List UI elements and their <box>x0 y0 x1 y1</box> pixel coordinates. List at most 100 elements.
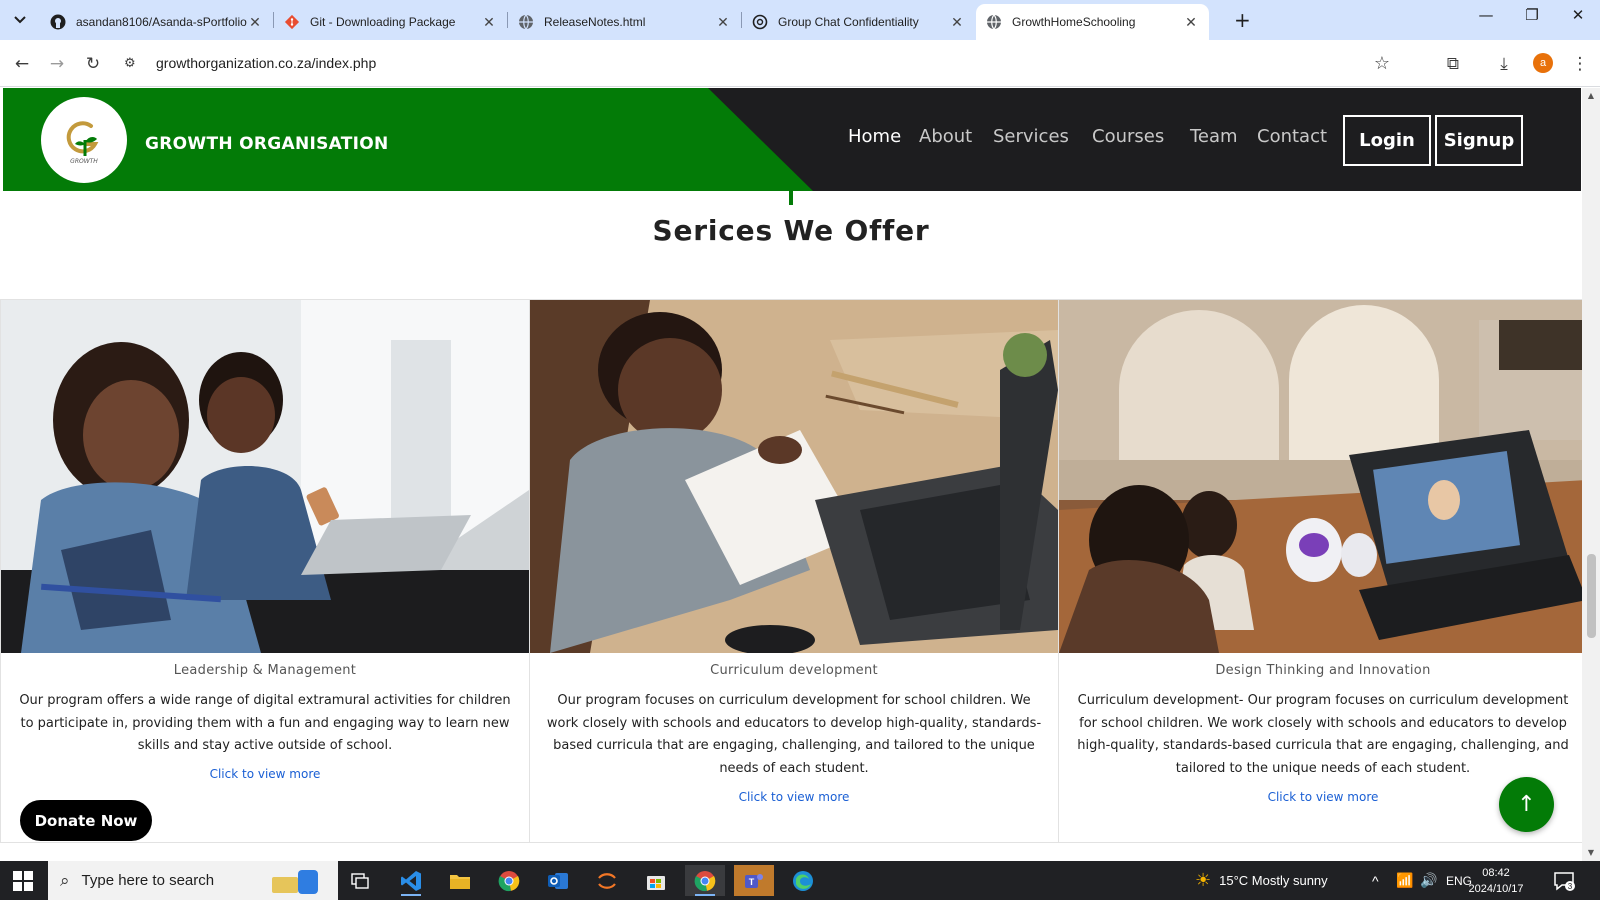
service-card-description: Curriculum development- Our program focu… <box>1077 693 1569 776</box>
header-accent-tick <box>789 191 793 205</box>
weather-text: 15°C Mostly sunny <box>1219 873 1328 888</box>
git-icon <box>284 14 300 30</box>
page-viewport: GROWTH GROWTH ORGANISATION Home About Se… <box>0 88 1600 861</box>
address-bar[interactable]: ⚙ growthorganization.co.za/index.php ☆ <box>118 45 1428 81</box>
outlook-icon[interactable] <box>538 865 578 896</box>
taskbar-search-box[interactable]: ⌕ Type here to search <box>48 861 338 900</box>
minimize-icon[interactable]: — <box>1466 6 1506 24</box>
service-card-title: Design Thinking and Innovation <box>1215 663 1431 678</box>
login-button[interactable]: Login <box>1343 115 1431 166</box>
nav-home[interactable]: Home <box>848 126 901 147</box>
window-close-icon[interactable]: ✕ <box>1558 6 1598 24</box>
nav-courses[interactable]: Courses <box>1092 126 1164 147</box>
notification-count: 3 <box>1568 882 1573 891</box>
service-card-title: Leadership & Management <box>173 663 357 678</box>
page-scrollbar[interactable]: ▲ ▼ <box>1582 88 1600 861</box>
donate-now-button[interactable]: Donate Now <box>20 800 152 841</box>
taskbar-clock[interactable]: 08:42 2024/10/17 <box>1465 865 1527 897</box>
signup-button[interactable]: Signup <box>1435 115 1523 166</box>
wifi-icon[interactable]: 📶 <box>1396 861 1413 900</box>
chrome-active-icon[interactable] <box>685 865 725 896</box>
browser-tab-title: ReleaseNotes.html <box>544 15 646 29</box>
tab-search-button[interactable] <box>8 9 32 31</box>
service-image-boy-writing <box>530 300 1058 653</box>
scroll-up-arrow-icon[interactable]: ▲ <box>1582 88 1600 104</box>
vscode-icon[interactable] <box>391 865 431 896</box>
volume-icon[interactable]: 🔊 <box>1420 861 1437 900</box>
site-info-icon[interactable]: ⚙ <box>124 56 146 71</box>
service-image-parent-child-laptop <box>1 300 529 653</box>
service-card-title: Curriculum development <box>710 663 878 678</box>
teams-icon[interactable]: T <box>734 865 774 896</box>
jupyter-icon[interactable] <box>587 865 627 896</box>
site-header: GROWTH GROWTH ORGANISATION Home About Se… <box>3 88 1581 191</box>
chatgpt-icon <box>752 14 768 30</box>
extensions-icon[interactable]: ⧉ <box>1439 50 1467 78</box>
brand-name[interactable]: GROWTH ORGANISATION <box>145 134 389 154</box>
download-icon[interactable]: ⤓ <box>1490 50 1518 78</box>
service-image-kids-video-call <box>1059 300 1587 653</box>
notification-center-icon[interactable]: 3 <box>1553 870 1575 892</box>
github-icon <box>50 14 66 30</box>
browser-tab-strip: asandan8106/Asanda-sPortfolio ✕ Git - Do… <box>0 0 1600 40</box>
file-explorer-icon[interactable] <box>440 865 480 896</box>
edge-icon[interactable] <box>783 865 823 896</box>
service-card: Design Thinking and Innovation Curriculu… <box>1058 299 1588 843</box>
close-icon[interactable]: ✕ <box>247 14 263 31</box>
browser-tab[interactable]: Git - Downloading Package ✕ <box>274 4 507 40</box>
tray-overflow-chevron-icon[interactable]: ^ <box>1372 861 1379 900</box>
view-more-link[interactable]: Click to view more <box>530 790 1058 804</box>
browser-toolbar: ← → ↻ ⚙ growthorganization.co.za/index.p… <box>0 40 1600 87</box>
nav-about[interactable]: About <box>919 126 972 147</box>
service-card-description: Our program offers a wide range of digit… <box>19 693 511 753</box>
logo-caption: GROWTH <box>70 157 98 165</box>
scrollbar-thumb[interactable] <box>1587 554 1596 638</box>
restore-icon[interactable]: ❐ <box>1512 6 1552 24</box>
windows-start-icon[interactable] <box>12 870 34 892</box>
scroll-down-arrow-icon[interactable]: ▼ <box>1582 845 1600 861</box>
close-icon[interactable]: ✕ <box>715 14 731 31</box>
chevron-down-icon <box>14 16 26 24</box>
growth-logo-icon <box>66 120 99 156</box>
service-card-description: Our program focuses on curriculum develo… <box>546 693 1042 776</box>
browser-tab-title: Git - Downloading Package <box>310 15 456 29</box>
close-icon[interactable]: ✕ <box>1183 14 1199 31</box>
bookmark-star-icon[interactable]: ☆ <box>1374 53 1390 74</box>
browser-tab[interactable]: asandan8106/Asanda-sPortfolio ✕ <box>40 4 273 40</box>
close-icon[interactable]: ✕ <box>949 14 965 31</box>
weather-widget[interactable]: ☀ 15°C Mostly sunny <box>1195 861 1328 900</box>
clock-date: 2024/10/17 <box>1468 883 1524 895</box>
section-title: Serices We Offer <box>652 214 930 247</box>
site-logo[interactable]: GROWTH <box>41 97 127 183</box>
back-arrow-icon[interactable]: ← <box>8 50 36 78</box>
new-tab-plus-icon[interactable]: + <box>1234 8 1251 32</box>
browser-tab[interactable]: Group Chat Confidentiality ✕ <box>742 4 975 40</box>
svg-text:T: T <box>749 877 755 887</box>
search-icon: ⌕ <box>60 870 70 890</box>
microsoft-store-icon[interactable] <box>636 865 676 896</box>
reload-icon[interactable]: ↻ <box>79 50 107 78</box>
taskbar-search-placeholder: Type here to search <box>81 872 215 889</box>
browser-tab-active[interactable]: GrowthHomeSchooling ✕ <box>976 4 1209 40</box>
close-icon[interactable]: ✕ <box>481 14 497 31</box>
clock-time: 08:42 <box>1482 867 1510 879</box>
scroll-to-top-arrow-icon[interactable]: ↑ <box>1499 777 1554 832</box>
view-more-link[interactable]: Click to view more <box>1 767 529 781</box>
forward-arrow-icon[interactable]: → <box>43 50 71 78</box>
service-card: Curriculum development Our program focus… <box>529 299 1059 843</box>
windows-taskbar: ⌕ Type here to search T ☀ 15°C Mostly su… <box>0 861 1600 900</box>
browser-tab[interactable]: ReleaseNotes.html ✕ <box>508 4 741 40</box>
nav-contact[interactable]: Contact <box>1257 126 1327 147</box>
search-highlight-icon <box>272 870 318 894</box>
chrome-icon[interactable] <box>489 865 529 896</box>
browser-tab-title: asandan8106/Asanda-sPortfolio <box>76 15 247 29</box>
nav-team[interactable]: Team <box>1190 126 1238 147</box>
profile-avatar[interactable]: a <box>1533 53 1553 73</box>
browser-tab-title: GrowthHomeSchooling <box>1012 15 1136 29</box>
task-view-icon[interactable] <box>340 865 380 896</box>
browser-menu-icon[interactable]: ⋮ <box>1566 50 1594 78</box>
sun-cloud-icon: ☀ <box>1195 870 1212 890</box>
nav-services[interactable]: Services <box>993 126 1069 147</box>
url-text[interactable]: growthorganization.co.za/index.php <box>156 55 376 71</box>
globe-icon <box>518 14 534 30</box>
